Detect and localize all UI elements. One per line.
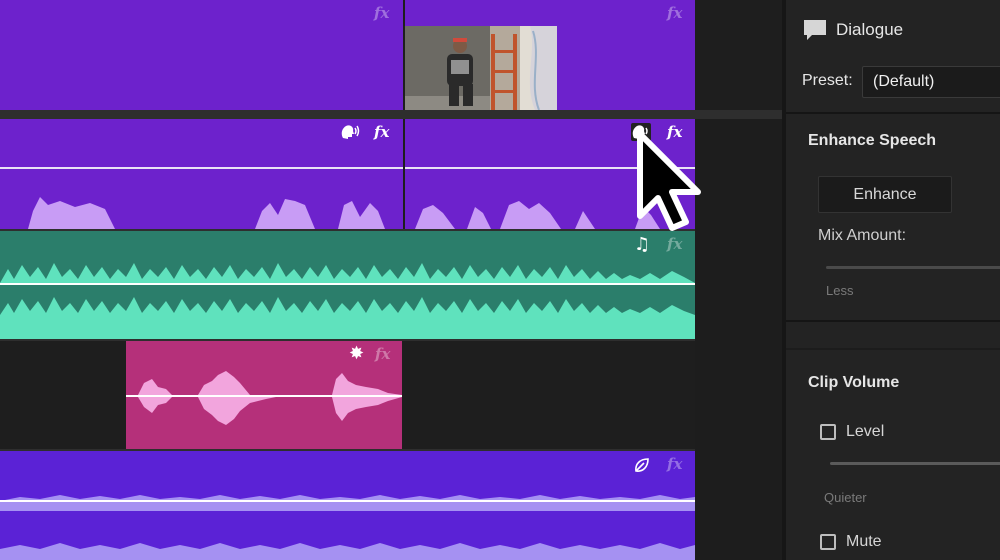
- panel-divider: [786, 348, 1000, 350]
- fx-badge[interactable]: fx: [667, 4, 682, 22]
- enhance-speech-heading: Enhance Speech: [808, 132, 937, 149]
- speaking-head-icon[interactable]: [340, 123, 360, 141]
- arrow-cursor-icon: [637, 131, 701, 231]
- mix-amount-label: Mix Amount:: [818, 227, 907, 244]
- level-label: Level: [846, 423, 885, 440]
- video-clip-1[interactable]: fx: [0, 0, 403, 110]
- panel-divider: [786, 112, 1000, 114]
- level-checkbox[interactable]: [820, 424, 836, 440]
- dialogue-clip-1[interactable]: fx: [0, 119, 403, 229]
- leaf-icon[interactable]: [633, 456, 651, 474]
- track-separator: [0, 110, 782, 119]
- enhance-button-label: Enhance: [853, 185, 917, 203]
- preset-value: (Default): [873, 73, 935, 90]
- preset-label: Preset:: [802, 72, 853, 89]
- sfx-clip[interactable]: ✸ fx: [126, 341, 402, 449]
- sfx-waveform: [126, 371, 402, 425]
- fx-badge[interactable]: fx: [374, 4, 389, 22]
- level-slider[interactable]: [830, 462, 1000, 465]
- timeline[interactable]: fx fx fx fx ♫ fx ✸ fx fx: [0, 0, 782, 560]
- essential-sound-panel: Dialogue Preset: (Default) Enhance Speec…: [782, 0, 1000, 560]
- mix-amount-slider[interactable]: [826, 266, 1000, 269]
- sparkle-icon[interactable]: ✸: [349, 343, 364, 364]
- level-min-label: Quieter: [824, 490, 867, 505]
- video-clip-2[interactable]: fx: [405, 0, 695, 110]
- mute-checkbox[interactable]: [820, 534, 836, 550]
- panel-divider: [786, 320, 1000, 322]
- music-waveform: [0, 263, 695, 339]
- ambience-waveform: [0, 495, 695, 560]
- clip-volume-heading: Clip Volume: [808, 374, 900, 391]
- ambience-clip[interactable]: fx: [0, 451, 695, 560]
- panel-title: Dialogue: [836, 20, 904, 39]
- fx-badge[interactable]: fx: [667, 455, 682, 473]
- fx-badge[interactable]: fx: [375, 345, 390, 363]
- dialogue-waveform: [0, 197, 403, 229]
- fx-badge[interactable]: fx: [374, 123, 389, 141]
- music-clip[interactable]: ♫ fx: [0, 231, 695, 339]
- speech-bubble-icon: [802, 18, 828, 42]
- enhance-button[interactable]: Enhance: [818, 176, 952, 213]
- volume-line[interactable]: [0, 167, 403, 169]
- mix-min-label: Less: [826, 283, 854, 298]
- mute-label: Mute: [846, 533, 882, 550]
- video-thumbnail: [405, 26, 557, 110]
- preset-dropdown[interactable]: (Default): [862, 66, 1000, 98]
